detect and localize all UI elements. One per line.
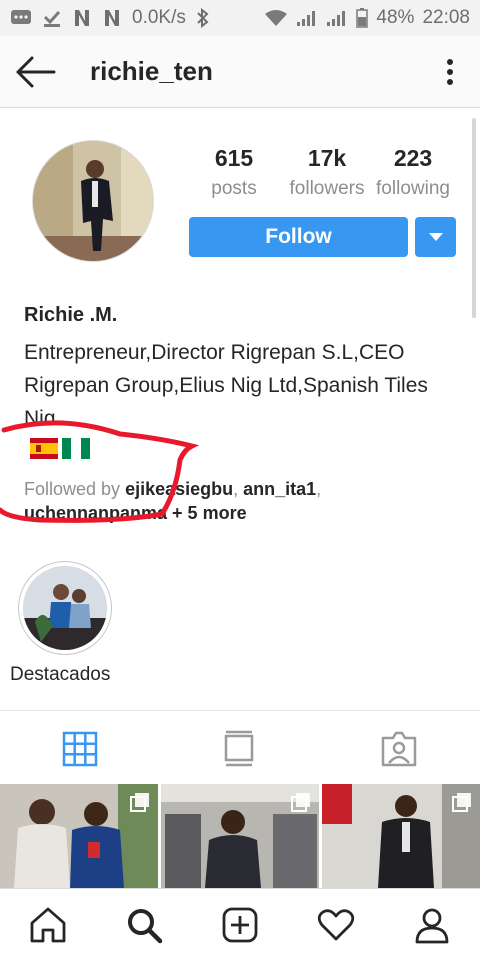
follower-link[interactable]: ann_ita1 xyxy=(243,479,316,499)
nav-profile[interactable] xyxy=(412,905,452,945)
avatar-photo xyxy=(33,141,153,261)
tab-tagged[interactable] xyxy=(379,729,419,769)
battery-icon xyxy=(356,8,369,28)
bottom-navigation xyxy=(0,888,480,960)
followers-count: 17k xyxy=(307,145,347,171)
clock-time: 22:08 xyxy=(422,7,470,28)
display-name: Richie .M. xyxy=(24,304,118,326)
nav-search[interactable] xyxy=(124,905,164,945)
follower-link[interactable]: uchennanpanma xyxy=(24,503,167,523)
following-count: 223 xyxy=(393,145,433,171)
wifi-icon xyxy=(264,9,288,27)
multiple-photos-icon xyxy=(452,793,471,812)
followers-stat[interactable]: 17k followers xyxy=(276,145,378,200)
status-bar: 0.0K/s 48% 22:08 xyxy=(0,0,480,36)
story-highlight[interactable] xyxy=(18,561,112,655)
nav-home[interactable] xyxy=(28,905,68,945)
photo-thumbnail[interactable] xyxy=(0,784,158,888)
network-speed: 0.0K/s xyxy=(132,7,186,28)
signal-icon xyxy=(296,9,318,27)
profile-header: richie_ten xyxy=(0,36,480,108)
tagged-person-icon xyxy=(381,731,417,767)
back-button[interactable] xyxy=(14,54,56,90)
bluetooth-icon xyxy=(196,8,210,28)
bio-flags xyxy=(30,438,90,459)
tab-feed[interactable] xyxy=(219,729,259,769)
profile-stats: 615 posts 17k followers 223 following xyxy=(196,145,466,205)
nav-add-post[interactable] xyxy=(220,905,260,945)
more-options-button[interactable] xyxy=(438,54,462,90)
battery-percent: 48% xyxy=(376,7,415,28)
feed-icon xyxy=(224,730,254,767)
followed-by-prefix: Followed by xyxy=(24,479,121,499)
follower-link[interactable]: ejikeasiegbu xyxy=(125,479,233,499)
more-followers-link[interactable]: + 5 more xyxy=(172,503,247,523)
following-label: following xyxy=(376,178,450,199)
grid-icon xyxy=(62,731,98,767)
add-post-icon xyxy=(222,907,258,943)
posts-label: posts xyxy=(211,178,257,199)
follow-button[interactable]: Follow xyxy=(189,217,408,257)
photo-thumbnail[interactable] xyxy=(322,784,480,888)
posts-count: 615 xyxy=(214,145,254,171)
multiple-photos-icon xyxy=(130,793,149,812)
bio-text: Entrepreneur,Director Rigrepan S.L,CEO R… xyxy=(24,341,428,424)
profile-icon xyxy=(415,908,449,944)
scrollbar[interactable] xyxy=(472,118,476,318)
search-icon xyxy=(128,909,163,944)
signal-icon xyxy=(326,9,348,27)
following-stat[interactable]: 223 following xyxy=(368,145,458,200)
separator: , xyxy=(233,479,244,499)
heart-icon xyxy=(317,909,355,941)
profile-username: richie_ten xyxy=(90,56,213,86)
suggested-accounts-button[interactable] xyxy=(415,217,456,257)
netflix-n-icon xyxy=(72,8,92,28)
separator: , xyxy=(316,479,322,499)
photo-thumbnail[interactable] xyxy=(161,784,319,888)
caret-down-icon xyxy=(428,233,443,241)
profile-tabs xyxy=(0,711,480,785)
followers-label: followers xyxy=(289,178,365,199)
profile-avatar[interactable] xyxy=(32,140,154,262)
photo-grid xyxy=(0,784,480,888)
nav-activity[interactable] xyxy=(316,905,356,945)
nigeria-flag-icon xyxy=(62,438,90,459)
vertical-dots-icon xyxy=(447,59,453,85)
highlight-label: Destacados xyxy=(10,664,111,685)
posts-stat: 615 posts xyxy=(204,145,264,200)
netflix-n-icon xyxy=(102,8,122,28)
tab-grid[interactable] xyxy=(60,729,100,769)
highlight-cover xyxy=(23,566,107,650)
arrow-left-icon xyxy=(16,56,56,88)
multiple-photos-icon xyxy=(291,793,310,812)
followed-by-text[interactable]: Followed by ejikeasiegbu, ann_ita1, uche… xyxy=(24,477,464,525)
spain-flag-icon xyxy=(30,438,58,459)
download-done-icon xyxy=(42,8,62,28)
home-icon xyxy=(30,907,66,943)
chat-notification-icon xyxy=(10,9,32,27)
